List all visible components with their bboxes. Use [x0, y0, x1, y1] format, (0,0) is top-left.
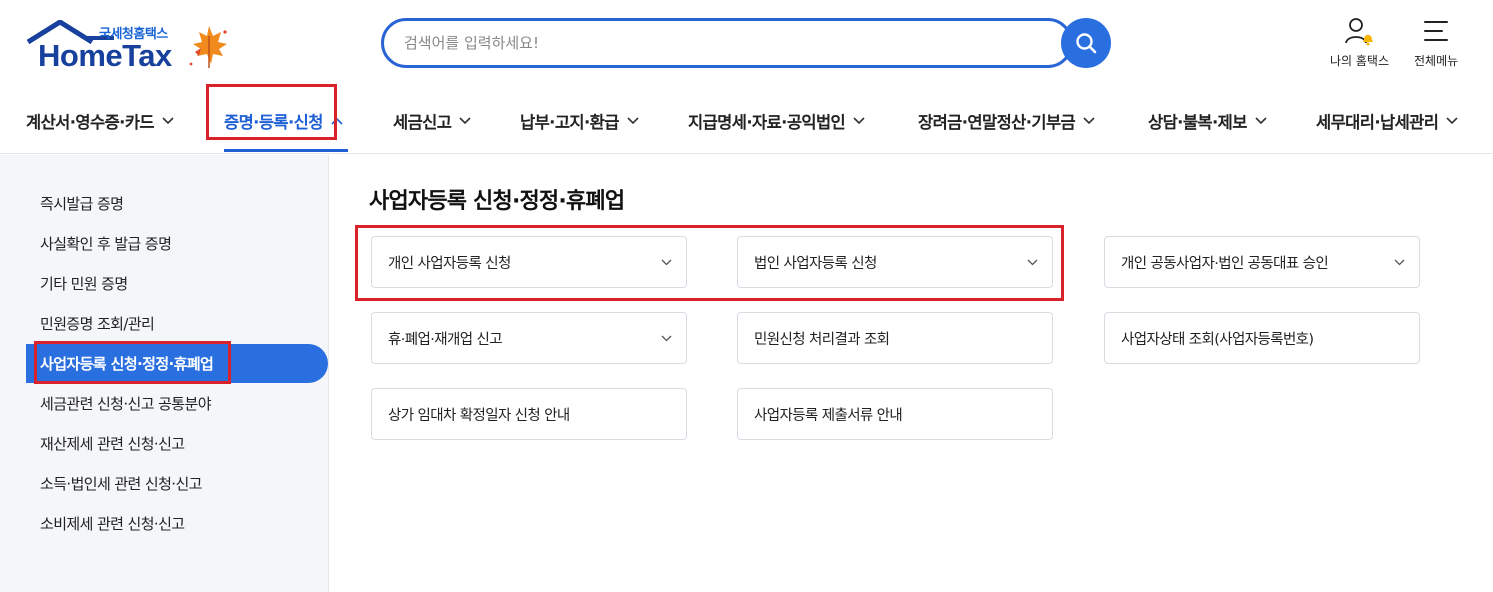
- card-individual-business-registration[interactable]: 개인 사업자등록 신청: [371, 236, 687, 288]
- chevron-down-icon: [1083, 117, 1095, 125]
- all-menu-label: 전체메뉴: [1414, 54, 1459, 68]
- gnb-item-label: 증명·등록·신청: [224, 113, 323, 132]
- card-label: 민원신청 처리결과 조회: [754, 331, 890, 348]
- card-lease-fixed-date-guide[interactable]: 상가 임대차 확정일자 신청 안내: [371, 388, 687, 440]
- search-button[interactable]: [1061, 18, 1111, 68]
- all-menu-button[interactable]: 전체메뉴: [1414, 16, 1458, 69]
- gnb-item-consultation-appeal[interactable]: 상담·불복·제보: [1148, 88, 1267, 154]
- sidebar-item-instant-certificate[interactable]: 즉시발급 증명: [40, 193, 124, 214]
- chevron-down-icon: [1446, 117, 1458, 125]
- card-label: 상가 임대차 확정일자 신청 안내: [388, 407, 570, 424]
- search-bar: [381, 18, 1111, 68]
- card-label: 개인 사업자등록 신청: [388, 255, 511, 272]
- hometax-logo[interactable]: 국세청홈택스 HomeTax: [24, 18, 239, 74]
- card-label: 사업자상태 조회(사업자등록번호): [1121, 331, 1314, 348]
- card-label: 개인 공동사업자·법인 공동대표 승인: [1121, 255, 1329, 272]
- card-corporate-business-registration[interactable]: 법인 사업자등록 신청: [737, 236, 1053, 288]
- gnb-item-label: 지급명세·자료·공익법인: [688, 113, 846, 132]
- chevron-down-icon: [661, 259, 672, 266]
- card-label: 사업자등록 제출서류 안내: [754, 407, 903, 424]
- card-label: 법인 사업자등록 신청: [754, 255, 877, 272]
- gnb-item-payment-refund[interactable]: 납부·고지·환급: [520, 88, 639, 154]
- sidebar-item-property-tax[interactable]: 재산제세 관련 신청·신고: [40, 433, 185, 454]
- card-civil-result-inquiry[interactable]: 민원신청 처리결과 조회: [737, 312, 1053, 364]
- gnb-item-invoice-receipt-card[interactable]: 계산서·영수증·카드: [26, 88, 174, 154]
- sidebar-item-other-civil-certificate[interactable]: 기타 민원 증명: [40, 273, 128, 294]
- gnb-item-certificate-registration[interactable]: 증명·등록·신청: [224, 88, 343, 154]
- search-icon: [1076, 33, 1097, 54]
- sidebar-item-fact-check-certificate[interactable]: 사실확인 후 발급 증명: [40, 233, 172, 254]
- page-title: 사업자등록 신청·정정·휴폐업: [369, 189, 625, 214]
- sidebar-item-business-registration[interactable]: 사업자등록 신청·정정·휴폐업: [40, 353, 214, 374]
- gnb-item-label: 납부·고지·환급: [520, 113, 619, 132]
- global-nav: 계산서·영수증·카드 증명·등록·신청 세금신고 납부·고지·환급 지급명세·자…: [0, 88, 1493, 154]
- card-label: 휴·폐업·재개업 신고: [388, 331, 503, 348]
- gnb-item-label: 계산서·영수증·카드: [26, 113, 155, 132]
- gnb-item-incentive-settlement[interactable]: 장려금·연말정산·기부금: [918, 88, 1095, 154]
- gnb-item-tax-agent[interactable]: 세무대리·납세관리: [1316, 88, 1458, 154]
- chevron-up-icon: [331, 117, 343, 125]
- card-business-status-inquiry[interactable]: 사업자상태 조회(사업자등록번호): [1104, 312, 1420, 364]
- chevron-down-icon: [1027, 259, 1038, 266]
- card-joint-business-approval[interactable]: 개인 공동사업자·법인 공동대표 승인: [1104, 236, 1420, 288]
- gnb-item-label: 장려금·연말정산·기부금: [918, 113, 1076, 132]
- header: 국세청홈택스 HomeTax 나의 홈택스: [0, 0, 1493, 88]
- gnb-item-label: 세무대리·납세관리: [1316, 113, 1439, 132]
- chevron-down-icon: [627, 117, 639, 125]
- chevron-down-icon: [1394, 259, 1405, 266]
- my-hometax-label: 나의 홈택스: [1330, 54, 1390, 68]
- card-submission-documents-guide[interactable]: 사업자등록 제출서류 안내: [737, 388, 1053, 440]
- sidebar-item-tax-common[interactable]: 세금관련 신청·신고 공통분야: [40, 393, 212, 414]
- my-hometax-button[interactable]: 나의 홈택스: [1330, 16, 1389, 69]
- sidebar-item-certificate-inquiry[interactable]: 민원증명 조회/관리: [40, 313, 155, 334]
- chevron-down-icon: [162, 117, 174, 125]
- gnb-item-payment-statement[interactable]: 지급명세·자료·공익법인: [688, 88, 865, 154]
- search-input[interactable]: [381, 18, 1073, 68]
- sidebar-item-income-corporate-tax[interactable]: 소득·법인세 관련 신청·신고: [40, 473, 202, 494]
- logo-title: HomeTax: [38, 38, 172, 73]
- sidebar-item-consumption-tax[interactable]: 소비제세 관련 신청·신고: [40, 513, 185, 534]
- active-tab-indicator: [224, 149, 348, 152]
- user-bell-icon: [1344, 18, 1373, 46]
- card-closure-report[interactable]: 휴·폐업·재개업 신고: [371, 312, 687, 364]
- hamburger-menu-icon: [1424, 21, 1449, 41]
- gnb-item-label: 세금신고: [393, 113, 452, 132]
- chevron-down-icon: [853, 117, 865, 125]
- chevron-down-icon: [661, 335, 672, 342]
- gnb-item-tax-filing[interactable]: 세금신고: [393, 88, 471, 154]
- maple-leaf-icon: [189, 26, 227, 68]
- chevron-down-icon: [1255, 117, 1267, 125]
- chevron-down-icon: [459, 117, 471, 125]
- sidebar: 즉시발급 증명 사실확인 후 발급 증명 기타 민원 증명 민원증명 조회/관리…: [0, 155, 329, 592]
- gnb-item-label: 상담·불복·제보: [1148, 113, 1247, 132]
